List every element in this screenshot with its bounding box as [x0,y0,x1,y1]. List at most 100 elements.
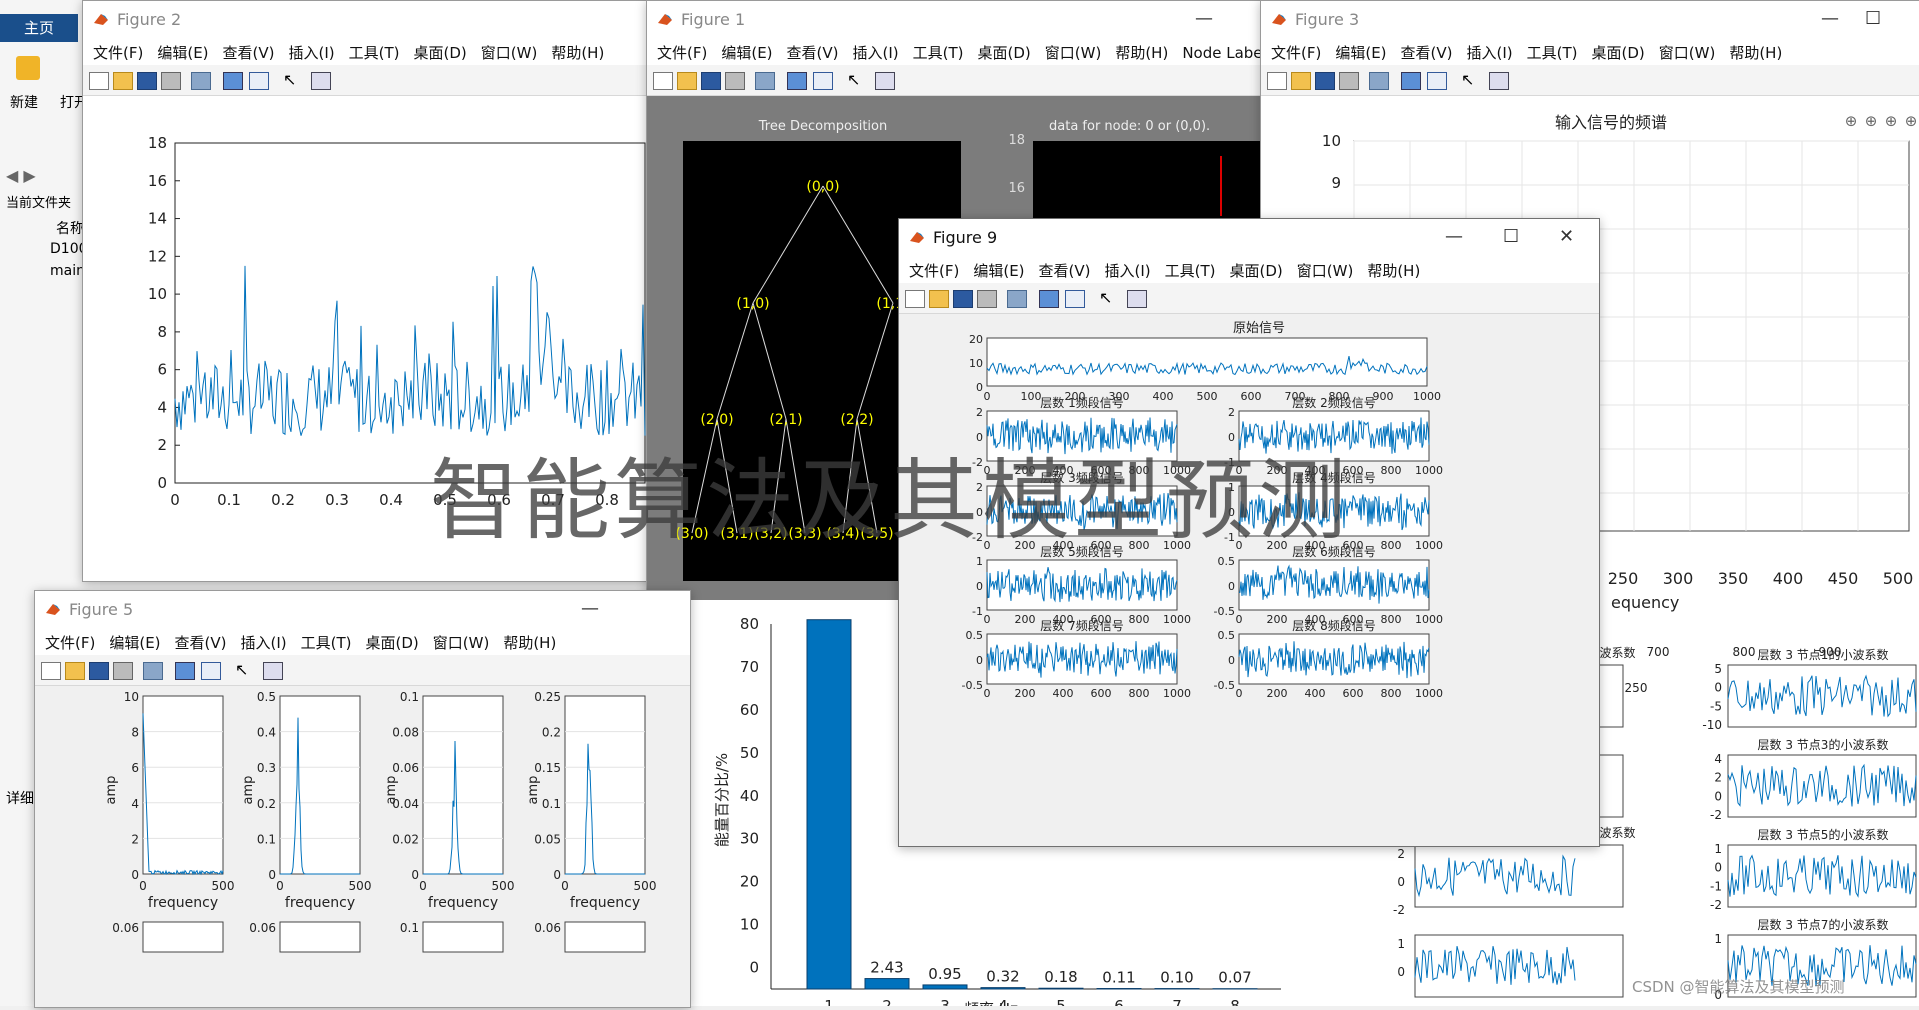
menu-item[interactable]: 工具(T) [1165,260,1216,281]
new-figure-icon[interactable] [89,72,109,90]
save-icon[interactable] [701,72,721,90]
menu-item[interactable]: 插入(I) [1105,260,1151,281]
property-editor-icon[interactable] [1489,72,1509,90]
minimize-button[interactable]: — [1445,226,1463,247]
print-icon[interactable] [725,72,745,90]
new-icon[interactable] [16,56,40,80]
pointer-icon[interactable]: ↖ [235,662,253,678]
legend-icon[interactable] [201,662,221,680]
open-file-icon[interactable] [677,72,697,90]
menu-item[interactable]: 帮助(H) [1367,260,1420,281]
menu-item[interactable]: 窗口(W) [1045,42,1102,63]
link-figure-icon[interactable] [1007,290,1027,308]
property-editor-icon[interactable] [1127,290,1147,308]
new-button-label[interactable]: 新建 [10,92,38,112]
menu-item[interactable]: 插入(I) [853,42,899,63]
menu-item[interactable]: 桌面(D) [414,42,467,63]
new-figure-icon[interactable] [653,72,673,90]
maximize-button[interactable]: ☐ [1503,226,1519,247]
legend-icon[interactable] [1427,72,1447,90]
pointer-icon[interactable]: ↖ [283,72,301,88]
menu-item[interactable]: 桌面(D) [1592,42,1645,63]
figure5-window[interactable]: Figure 5 — 文件(F) 编辑(E) 查看(V) 插入(I) 工具(T) 桌面(D… [34,590,691,1008]
menu-item[interactable]: 帮助(H) [551,42,604,63]
print-icon[interactable] [161,72,181,90]
pointer-icon[interactable]: ↖ [1099,290,1117,306]
menu-item[interactable]: 查看(V) [223,42,275,63]
menu-item[interactable]: 工具(T) [301,632,352,653]
link-figure-icon[interactable] [191,72,211,90]
figure1-titlebar[interactable]: Figure 1 — [647,1,1267,39]
legend-icon[interactable] [249,72,269,90]
figure2-titlebar[interactable]: Figure 2 [83,1,683,39]
print-icon[interactable] [1339,72,1359,90]
property-editor-icon[interactable] [311,72,331,90]
link-figure-icon[interactable] [755,72,775,90]
new-figure-icon[interactable] [905,290,925,308]
menu-item[interactable]: 编辑(E) [109,632,160,653]
new-figure-icon[interactable] [1267,72,1287,90]
open-file-icon[interactable] [929,290,949,308]
menu-item[interactable]: 桌面(D) [978,42,1031,63]
open-file-icon[interactable] [65,662,85,680]
menu-item[interactable]: 文件(F) [93,42,143,63]
figure3-titlebar[interactable]: Figure 3 — ☐ [1261,1,1919,39]
close-button[interactable]: ✕ [1559,226,1574,247]
menu-item[interactable]: 编辑(E) [157,42,208,63]
menu-item[interactable]: 文件(F) [45,632,95,653]
minimize-button[interactable]: — [1195,8,1213,29]
menu-item[interactable]: 插入(I) [289,42,335,63]
tab-home[interactable]: 主页 [0,14,78,42]
open-file-icon[interactable] [113,72,133,90]
colorbar-icon[interactable] [175,662,195,680]
menu-item[interactable]: 工具(T) [349,42,400,63]
property-editor-icon[interactable] [263,662,283,680]
menu-item[interactable]: 查看(V) [787,42,839,63]
figure5-titlebar[interactable]: Figure 5 — [35,591,690,629]
menu-item[interactable]: 插入(I) [241,632,287,653]
colorbar-icon[interactable] [223,72,243,90]
colorbar-icon[interactable] [787,72,807,90]
menu-item[interactable]: 查看(V) [175,632,227,653]
menu-item[interactable]: 窗口(W) [433,632,490,653]
menu-item[interactable]: 编辑(E) [721,42,772,63]
menu-item[interactable]: 桌面(D) [1230,260,1283,281]
menu-item[interactable]: 桌面(D) [366,632,419,653]
menu-item[interactable]: 帮助(H) [1115,42,1168,63]
figure9-titlebar[interactable]: Figure 9 — ☐ ✕ [899,219,1599,257]
save-icon[interactable] [89,662,109,680]
nav-back-icon[interactable]: ◀ ▶ [6,166,36,185]
save-icon[interactable] [1315,72,1335,90]
open-file-icon[interactable] [1291,72,1311,90]
save-icon[interactable] [137,72,157,90]
minimize-button[interactable]: — [581,598,599,619]
menu-item[interactable]: 查看(V) [1039,260,1091,281]
print-icon[interactable] [113,662,133,680]
menu-item[interactable]: 文件(F) [1271,42,1321,63]
menu-item[interactable]: 窗口(W) [481,42,538,63]
colorbar-icon[interactable] [1401,72,1421,90]
menu-item[interactable]: 插入(I) [1467,42,1513,63]
maximize-button[interactable]: ☐ [1865,8,1881,29]
link-figure-icon[interactable] [1369,72,1389,90]
legend-icon[interactable] [1065,290,1085,308]
property-editor-icon[interactable] [875,72,895,90]
menu-item[interactable]: 帮助(H) [503,632,556,653]
print-icon[interactable] [977,290,997,308]
link-figure-icon[interactable] [143,662,163,680]
menu-item[interactable]: 帮助(H) [1729,42,1782,63]
menu-item[interactable]: 窗口(W) [1297,260,1354,281]
menu-item[interactable]: 工具(T) [1527,42,1578,63]
menu-item[interactable]: 工具(T) [913,42,964,63]
file-main[interactable]: main [50,263,85,279]
menu-item[interactable]: 文件(F) [909,260,959,281]
menu-item[interactable]: Node Label [1182,44,1266,62]
pointer-icon[interactable]: ↖ [847,72,865,88]
menu-item[interactable]: 文件(F) [657,42,707,63]
minimize-button[interactable]: — [1821,8,1839,29]
menu-item[interactable]: 查看(V) [1401,42,1453,63]
new-figure-icon[interactable] [41,662,61,680]
legend-icon[interactable] [813,72,833,90]
save-icon[interactable] [953,290,973,308]
colorbar-icon[interactable] [1039,290,1059,308]
